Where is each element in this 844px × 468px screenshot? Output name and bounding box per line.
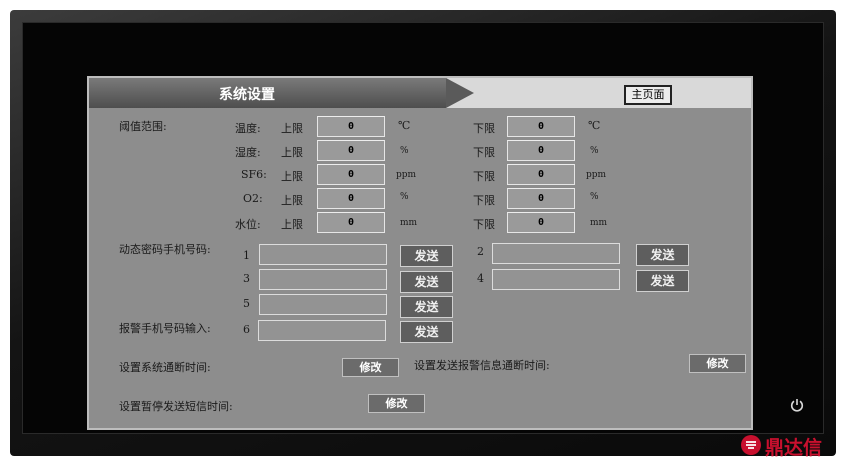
humidity-lower-unit: % — [590, 146, 599, 156]
water-upper-unit: mm — [400, 218, 418, 228]
alarm-phone-label: 报警手机号码输入: — [119, 322, 211, 335]
sf6-lower-field[interactable]: 0 — [507, 164, 575, 185]
page-title: 系统设置 — [219, 87, 275, 103]
humidity-label: 湿度: — [235, 146, 261, 159]
temp-lower-unit: ℃ — [588, 119, 601, 132]
humidity-lower-label: 下限 — [473, 146, 495, 159]
water-upper-label: 上限 — [281, 218, 303, 231]
header-arrow — [446, 78, 474, 108]
dynamic-phone-label: 动态密码手机号码: — [119, 243, 211, 256]
water-lower-unit: mm — [590, 218, 608, 228]
settings-panel: 系统设置 主页面 阈值范围: 温度: 上限 0 ℃ 下限 0 ℃ 湿度: 上限 … — [87, 76, 753, 430]
pause-sms-time-label: 设置暂停发送短信时间: — [119, 400, 233, 413]
humidity-upper-field[interactable]: 0 — [317, 140, 385, 161]
send-button-5[interactable]: 发送 — [400, 296, 453, 318]
power-icon[interactable] — [789, 397, 805, 413]
phone-input-6[interactable] — [258, 320, 386, 341]
o2-lower-field[interactable]: 0 — [507, 188, 575, 209]
phone-index-2: 2 — [477, 245, 484, 258]
sf6-upper-field[interactable]: 0 — [317, 164, 385, 185]
temp-upper-unit: ℃ — [398, 119, 411, 132]
sf6-upper-unit: ppm — [396, 170, 417, 180]
o2-upper-unit: % — [400, 192, 409, 202]
water-lower-label: 下限 — [473, 218, 495, 231]
sf6-lower-unit: ppm — [586, 170, 607, 180]
temp-label: 温度: — [235, 122, 261, 135]
send-button-3[interactable]: 发送 — [400, 271, 453, 293]
temp-lower-label: 下限 — [473, 122, 495, 135]
phone-input-3[interactable] — [259, 269, 387, 290]
water-lower-field[interactable]: 0 — [507, 212, 575, 233]
humidity-upper-label: 上限 — [281, 146, 303, 159]
phone-input-2[interactable] — [492, 243, 620, 264]
temp-lower-field[interactable]: 0 — [507, 116, 575, 137]
phone-index-1: 1 — [243, 249, 250, 262]
sf6-upper-label: 上限 — [281, 170, 303, 183]
sf6-lower-label: 下限 — [473, 170, 495, 183]
o2-upper-field[interactable]: 0 — [317, 188, 385, 209]
alarm-info-time-label: 设置发送报警信息通断时间: — [414, 359, 550, 372]
humidity-upper-unit: % — [400, 146, 409, 156]
brand-logo: 鼎达信 — [740, 432, 840, 459]
phone-index-5: 5 — [243, 297, 250, 310]
o2-lower-label: 下限 — [473, 194, 495, 207]
temp-upper-label: 上限 — [281, 122, 303, 135]
modify-pause-sms-button[interactable]: 修改 — [368, 394, 425, 413]
water-upper-field[interactable]: 0 — [317, 212, 385, 233]
comm-break-time-label: 设置系统通断时间: — [119, 361, 211, 374]
phone-input-4[interactable] — [492, 269, 620, 290]
phone-input-5[interactable] — [259, 294, 387, 315]
phone-index-4: 4 — [477, 272, 484, 285]
send-button-6[interactable]: 发送 — [400, 321, 453, 343]
water-level-label: 水位: — [235, 218, 261, 231]
o2-label: O2: — [243, 192, 263, 205]
threshold-label: 阈值范围: — [119, 120, 167, 133]
phone-input-1[interactable] — [259, 244, 387, 265]
modify-comm-break-button[interactable]: 修改 — [342, 358, 399, 377]
sf6-label: SF6: — [241, 168, 267, 181]
send-button-4[interactable]: 发送 — [636, 270, 689, 292]
brand-name: 鼎达信 — [765, 437, 823, 459]
send-button-1[interactable]: 发送 — [400, 245, 453, 267]
modify-alarm-info-button[interactable]: 修改 — [689, 354, 746, 373]
o2-lower-unit: % — [590, 192, 599, 202]
phone-index-6: 6 — [243, 323, 250, 336]
phone-index-3: 3 — [243, 272, 250, 285]
send-button-2[interactable]: 发送 — [636, 244, 689, 266]
temp-upper-field[interactable]: 0 — [317, 116, 385, 137]
o2-upper-label: 上限 — [281, 194, 303, 207]
home-button[interactable]: 主页面 — [624, 85, 672, 105]
brand-mark-icon — [741, 435, 761, 455]
humidity-lower-field[interactable]: 0 — [507, 140, 575, 161]
